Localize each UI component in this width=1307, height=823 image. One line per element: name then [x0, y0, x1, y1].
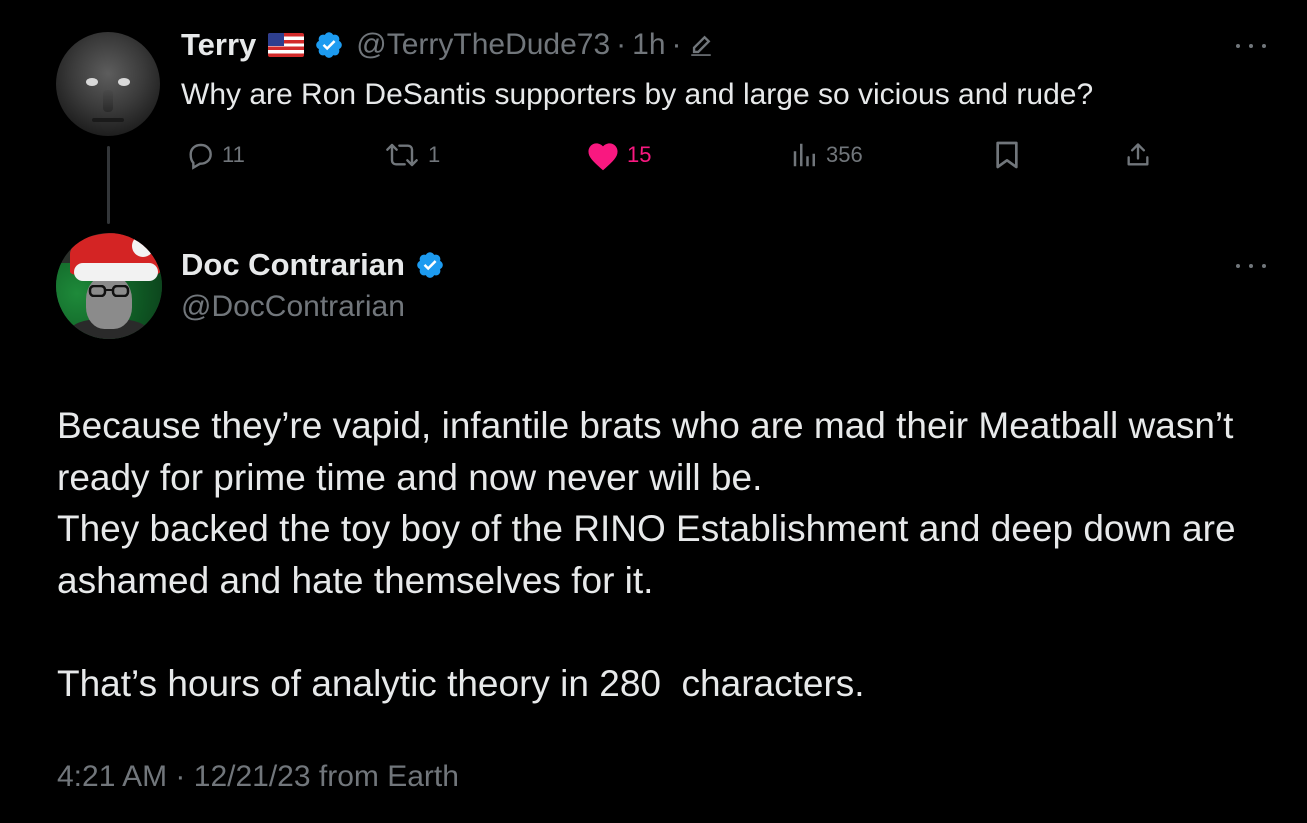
heart-icon — [588, 143, 618, 171]
separator-dot: · — [671, 28, 682, 61]
avatar-terry[interactable] — [56, 32, 160, 136]
tweet-date[interactable]: 12/21/23 — [194, 760, 311, 793]
us-flag-icon — [268, 33, 305, 57]
parent-handle[interactable]: @TerryTheDude73 — [356, 28, 610, 62]
views-count: 356 — [826, 142, 863, 167]
santa-hat-trim — [74, 263, 158, 281]
separator-dot: · — [175, 760, 186, 793]
tweet-paragraph — [57, 606, 1287, 658]
views-button[interactable]: 356 — [790, 139, 863, 171]
more-options-icon[interactable] — [1236, 261, 1266, 271]
parent-time-ago[interactable]: 1h — [632, 28, 665, 62]
santa-hat-pompom — [132, 235, 154, 257]
main-tweet-text: Because they’re vapid, infantile brats w… — [57, 400, 1287, 709]
tweet-timestamp: 4:21 AM · 12/21/23 from Earth — [57, 760, 459, 794]
verified-badge-icon[interactable] — [415, 250, 445, 280]
repost-count: 1 — [428, 142, 441, 167]
repost-icon — [386, 143, 418, 167]
avatar-mouth — [92, 118, 124, 122]
repost-button[interactable]: 1 — [382, 139, 440, 171]
tweet-time[interactable]: 4:21 AM — [57, 760, 167, 793]
tweet-paragraph: They backed the toy boy of the RINO Esta… — [57, 508, 1246, 601]
avatar-doc-contrarian[interactable] — [56, 233, 162, 339]
like-count: 15 — [627, 142, 652, 167]
share-icon — [1127, 143, 1149, 166]
parent-display-name[interactable]: Terry — [181, 27, 256, 63]
tweet-paragraph: That’s hours of analytic theory in 280 c… — [57, 662, 865, 704]
bookmark-icon — [996, 141, 1018, 169]
verified-badge-icon[interactable] — [314, 30, 344, 60]
main-handle-row: @DocContrarian — [181, 290, 405, 324]
avatar-glasses — [88, 285, 130, 297]
avatar-nose — [103, 90, 113, 112]
main-tweet-header: Doc Contrarian — [181, 247, 445, 283]
tweet-source: from Earth — [318, 760, 459, 793]
edited-pencil-icon[interactable] — [688, 32, 714, 58]
parent-tweet-text: Why are Ron DeSantis supporters by and l… — [181, 78, 1094, 111]
reply-count: 11 — [222, 142, 245, 167]
views-chart-icon — [793, 143, 815, 167]
main-display-name[interactable]: Doc Contrarian — [181, 247, 405, 283]
like-button[interactable]: 15 — [585, 139, 651, 171]
reply-button[interactable]: 11 — [184, 139, 245, 171]
main-handle[interactable]: @DocContrarian — [181, 290, 405, 324]
thread-line — [107, 146, 110, 224]
avatar-face — [86, 275, 132, 329]
bookmark-button[interactable] — [993, 139, 1021, 171]
tweet-paragraph: Because they’re vapid, infantile brats w… — [57, 405, 1244, 498]
parent-tweet-header: Terry @TerryTheDude73 · 1h · — [181, 27, 714, 63]
more-options-icon[interactable] — [1236, 41, 1266, 51]
separator-dot: · — [616, 28, 627, 61]
avatar-eye — [118, 78, 130, 86]
share-button[interactable] — [1124, 139, 1152, 171]
avatar-eye — [86, 78, 98, 86]
reply-icon — [189, 143, 212, 170]
